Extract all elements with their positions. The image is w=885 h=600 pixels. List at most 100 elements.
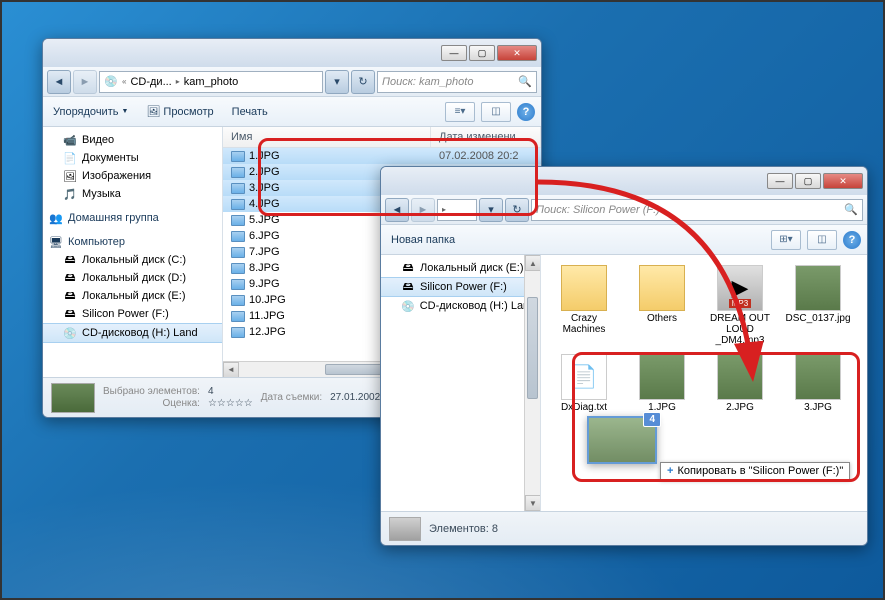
sidebar-group-computer[interactable]: 🖥Компьютер	[43, 233, 222, 251]
drive-icon: 💿	[104, 75, 118, 89]
help-button[interactable]: ?	[843, 231, 861, 249]
file-icon	[231, 279, 245, 290]
file-item[interactable]: 3.JPG	[785, 354, 851, 413]
sidebar-drive[interactable]: 🖴Локальный диск (D:)	[43, 269, 222, 287]
preview-pane-button[interactable]: ◫	[481, 102, 511, 122]
sidebar-label: Локальный диск (C:)	[82, 254, 186, 266]
scroll-down-button[interactable]: ▼	[525, 495, 541, 511]
addr-seg-drive[interactable]: CD-ди...	[130, 76, 171, 88]
file-item[interactable]: 1.JPG	[629, 354, 695, 413]
refresh-button[interactable]: ↻	[505, 198, 529, 222]
file-row[interactable]: 1.JPG07.02.2008 20:2	[223, 148, 541, 164]
nav-pane[interactable]: ▲ ▼ 🖴Локальный диск (E:)🖴Silicon Power (…	[381, 255, 541, 511]
file-icon	[231, 199, 245, 210]
minimize-button[interactable]: —	[767, 173, 793, 189]
sidebar-item[interactable]: 📹Видео	[43, 131, 222, 149]
scroll-up-button[interactable]: ▲	[525, 255, 541, 271]
col-date[interactable]: Дата изменени	[431, 127, 541, 147]
help-button[interactable]: ?	[517, 103, 535, 121]
forward-button[interactable]: ►	[73, 70, 97, 94]
maximize-button[interactable]: ▢	[795, 173, 821, 189]
file-icon	[231, 327, 245, 338]
scroll-left-button[interactable]: ◄	[223, 362, 239, 378]
sidebar-group-homegroup[interactable]: 👥Домашняя группа	[43, 209, 222, 227]
file-item[interactable]: 2.JPG	[707, 354, 773, 413]
rating-stars[interactable]: ☆☆☆☆☆	[208, 398, 253, 409]
titlebar[interactable]: — ▢ ✕	[381, 167, 867, 195]
sidebar-item[interactable]: 🎵Музыка	[43, 185, 222, 203]
txt-icon: 📄	[561, 354, 607, 400]
view-button[interactable]: ⊞▾	[771, 230, 801, 250]
view-button[interactable]: ≡▾	[445, 102, 475, 122]
address-bar[interactable]: 💿 « CD-ди... ▸ kam_photo	[99, 71, 323, 93]
close-button[interactable]: ✕	[823, 173, 863, 189]
chevron-icon: «	[122, 77, 126, 86]
rating-label: Оценка:	[103, 398, 200, 409]
jpg-icon	[717, 354, 763, 400]
back-button[interactable]: ◄	[47, 70, 71, 94]
addr-seg-folder[interactable]: kam_photo	[184, 76, 238, 88]
minimize-button[interactable]: —	[441, 45, 467, 61]
nav-bar: ◄ ► ▸ ▾ ↻ Поиск: Silicon Power (F:) 🔍	[381, 195, 867, 225]
file-name: 8.JPG	[249, 262, 280, 274]
file-icon	[231, 263, 245, 274]
sidebar-drive[interactable]: 🖴Локальный диск (E:)	[43, 287, 222, 305]
computer-icon: 🖥	[49, 235, 63, 249]
search-input[interactable]: Поиск: Silicon Power (F:) 🔍	[531, 199, 863, 221]
explorer-window-target[interactable]: — ▢ ✕ ◄ ► ▸ ▾ ↻ Поиск: Silicon Power (F:…	[380, 166, 868, 546]
address-bar[interactable]: ▸	[437, 199, 477, 221]
file-item[interactable]: Others	[629, 265, 695, 346]
titlebar[interactable]: — ▢ ✕	[43, 39, 541, 67]
nav-pane[interactable]: 📹Видео📄Документы🖼Изображения🎵Музыка 👥Дома…	[43, 127, 223, 377]
dropdown-button[interactable]: ▾	[479, 198, 503, 222]
folder-icon	[561, 265, 607, 311]
file-item[interactable]: DSC_0137.jpg	[785, 265, 851, 346]
drive-icon: 🖴	[401, 280, 415, 294]
column-header[interactable]: Имя Дата изменени	[223, 127, 541, 148]
scroll-thumb[interactable]	[325, 364, 382, 375]
sidebar-drive[interactable]: 💿CD-дисковод (H:) Land	[381, 297, 540, 315]
file-item[interactable]: ▶DREAM OUT LOUD _DM4.mp3	[707, 265, 773, 346]
sidebar-label: Видео	[82, 134, 114, 146]
sidebar-item[interactable]: 📄Документы	[43, 149, 222, 167]
sidebar-drive[interactable]: 🖴Локальный диск (E:)	[381, 259, 540, 277]
dropdown-button[interactable]: ▾	[325, 70, 349, 94]
organize-button[interactable]: Упорядочить▼	[49, 104, 132, 120]
close-button[interactable]: ✕	[497, 45, 537, 61]
scroll-thumb[interactable]	[527, 297, 538, 399]
plus-icon: +	[667, 465, 673, 477]
print-button[interactable]: Печать	[228, 104, 272, 120]
homegroup-icon: 👥	[49, 211, 63, 225]
sidebar-drive[interactable]: 🖴Silicon Power (F:)	[43, 305, 222, 323]
file-item[interactable]: Crazy Machines	[551, 265, 617, 346]
sidebar-drive[interactable]: 💿CD-дисковод (H:) Land	[43, 323, 222, 343]
maximize-button[interactable]: ▢	[469, 45, 495, 61]
forward-button[interactable]: ►	[411, 198, 435, 222]
preview-pane-button[interactable]: ◫	[807, 230, 837, 250]
sidebar-drive[interactable]: 🖴 Локальный диск (C:)	[43, 251, 222, 269]
col-name[interactable]: Имя	[223, 127, 431, 147]
file-name: 3.JPG	[249, 182, 280, 194]
drag-tooltip-text: Копировать в "Silicon Power (F:)"	[677, 465, 843, 477]
vertical-scrollbar[interactable]: ▲ ▼	[524, 255, 540, 511]
sidebar-drive[interactable]: 🖴Silicon Power (F:)	[381, 277, 540, 297]
search-input[interactable]: Поиск: kam_photo 🔍	[377, 71, 537, 93]
file-icon	[231, 215, 245, 226]
file-item[interactable]: 📄DxDiag.txt	[551, 354, 617, 413]
new-folder-button[interactable]: Новая папка	[387, 232, 459, 248]
sidebar-item[interactable]: 🖼Изображения	[43, 167, 222, 185]
refresh-button[interactable]: ↻	[351, 70, 375, 94]
status-bar: Элементов: 8	[381, 511, 867, 545]
sidebar-label: Локальный диск (E:)	[82, 290, 186, 302]
preview-button[interactable]: 🖼Просмотр	[142, 103, 217, 121]
file-icon	[231, 183, 245, 194]
file-label: DREAM OUT LOUD _DM4.mp3	[707, 313, 773, 346]
selected-label: Выбрано элементов:	[103, 386, 200, 397]
search-placeholder: Поиск: Silicon Power (F:)	[536, 204, 660, 216]
file-icon	[231, 295, 245, 306]
toolbar: Новая папка ⊞▾ ◫ ?	[381, 225, 867, 255]
file-label: Others	[647, 313, 677, 324]
back-button[interactable]: ◄	[385, 198, 409, 222]
file-name: 11.JPG	[249, 310, 285, 322]
drive-icon: 🖴	[63, 253, 77, 267]
